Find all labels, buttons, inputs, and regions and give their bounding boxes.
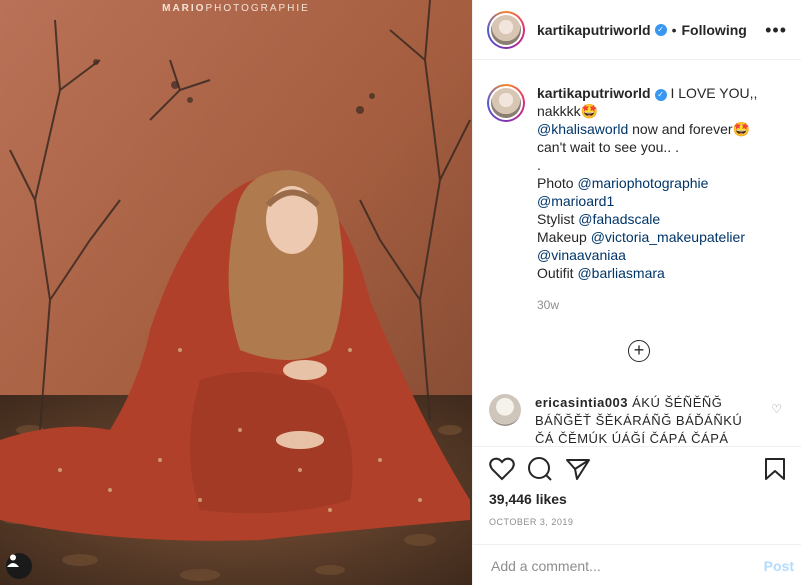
header-username[interactable]: kartikaputriworld — [537, 22, 651, 38]
comment-heart-icon[interactable]: ♡ — [771, 402, 782, 416]
mention-link[interactable]: @barliasmara — [577, 265, 664, 281]
photo-label: Photo — [537, 175, 578, 191]
caption-username[interactable]: kartikaputriworld — [537, 85, 651, 101]
caption-line1: I LOVE YOU,, — [670, 85, 758, 101]
post-header: kartikaputriworld ✓ • Following ••• — [473, 0, 801, 60]
heart-icon[interactable] — [489, 457, 515, 486]
comment-item: ericasintia003 ÁKÚ ŠÉÑĚÑĞ BÁÑĞĚŤ ŠĚKÁRÁÑ… — [489, 394, 789, 446]
comment-input[interactable] — [489, 557, 733, 575]
plus-circle-icon[interactable]: + — [628, 340, 650, 362]
caption-line5: . — [537, 157, 541, 173]
post-photo[interactable]: MARIOPHOTOGRAPHIE — [0, 0, 472, 585]
mention-link[interactable]: @marioard1 — [537, 193, 614, 209]
mention-link[interactable]: @fahadscale — [578, 211, 660, 227]
following-button[interactable]: Following — [682, 22, 747, 38]
mention-link[interactable]: @khalisaworld — [537, 121, 628, 137]
header-dot: • — [671, 21, 677, 38]
caption: kartikaputriworld ✓ I LOVE YOU,, nakkkk🤩 … — [473, 60, 801, 314]
comment-text: ericasintia003 ÁKÚ ŠÉÑĚÑĞ BÁÑĞĚŤ ŠĚKÁRÁÑ… — [535, 394, 763, 446]
post-actions: 39,446 likes OCTOBER 3, 2019 — [473, 446, 801, 544]
comments-area[interactable]: kartikaputriworld ✓ I LOVE YOU,, nakkkk🤩 … — [473, 60, 801, 446]
comment-avatar[interactable] — [489, 394, 521, 426]
verified-badge-icon: ✓ — [654, 23, 667, 36]
header-avatar[interactable] — [487, 10, 525, 49]
mention-link[interactable]: @victoria_makeupatelier — [591, 229, 745, 245]
caption-line2: nakkkk🤩 — [537, 103, 599, 119]
comment-username[interactable]: ericasintia003 — [535, 395, 628, 410]
post-button[interactable]: Post — [764, 558, 794, 574]
verified-badge-icon: ✓ — [654, 89, 667, 101]
add-comment-bar: Post — [473, 544, 801, 585]
stylist-label: Stylist — [537, 211, 579, 227]
photo-watermark: MARIOPHOTOGRAPHIE — [0, 3, 472, 14]
more-horizontal-icon[interactable]: ••• — [765, 20, 787, 41]
watermark-light: PHOTOGRAPHIE — [205, 3, 310, 14]
post-side-panel: kartikaputriworld ✓ • Following ••• kart… — [472, 0, 801, 585]
post-date[interactable]: OCTOBER 3, 2019 — [489, 517, 573, 527]
caption-time[interactable]: 30w — [537, 296, 767, 314]
share-icon[interactable] — [565, 457, 591, 486]
photo-illustration — [0, 0, 472, 585]
comment-icon[interactable] — [527, 457, 553, 486]
mention-link[interactable]: @mariophotographie — [577, 175, 708, 191]
makeup-label: Makeup — [537, 229, 591, 245]
caption-line3: now and forever🤩 — [628, 121, 750, 137]
user-tag-icon[interactable] — [6, 553, 32, 579]
caption-avatar[interactable] — [487, 84, 525, 122]
outfit-label: Outifit — [537, 265, 578, 281]
action-icons — [489, 457, 786, 483]
bookmark-icon[interactable] — [764, 457, 786, 486]
likes-count[interactable]: 39,446 likes — [489, 491, 567, 507]
mention-link[interactable]: @vinaavaniaa — [537, 247, 626, 263]
caption-text: kartikaputriworld ✓ I LOVE YOU,, nakkkk🤩 … — [537, 84, 767, 314]
caption-line4: can't wait to see you.. . — [537, 139, 679, 155]
watermark-bold: MARIO — [162, 3, 206, 14]
